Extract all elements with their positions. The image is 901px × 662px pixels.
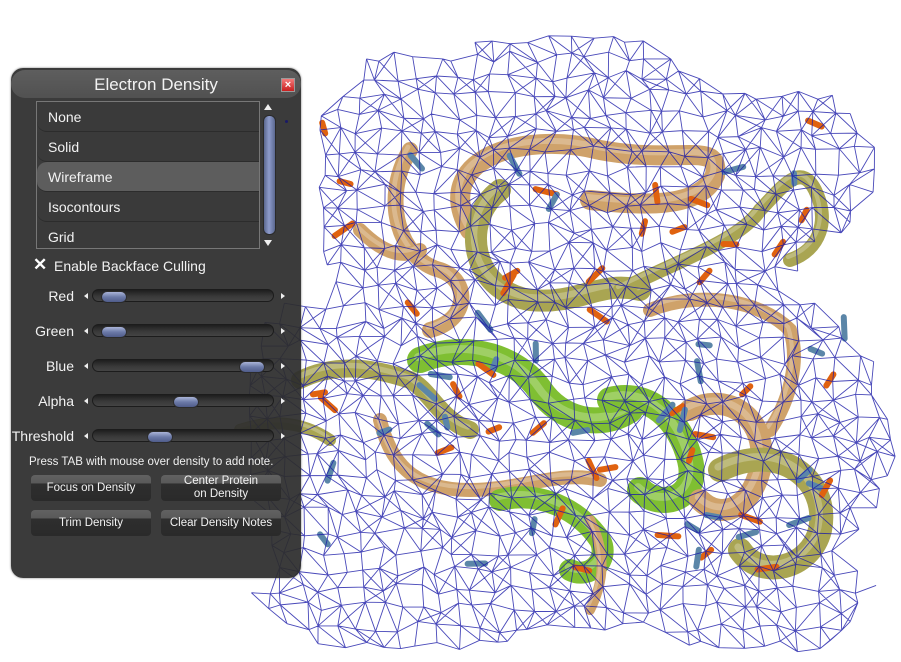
list-scrollbar[interactable] <box>263 115 276 235</box>
slider-label: Alpha <box>38 393 74 409</box>
close-icon[interactable]: × <box>281 78 295 92</box>
increment-arrow-icon[interactable] <box>281 363 285 369</box>
decrement-arrow-icon[interactable] <box>84 293 88 299</box>
slider-thumb[interactable] <box>100 291 127 303</box>
decrement-arrow-icon[interactable] <box>84 433 88 439</box>
slider-label: Blue <box>45 358 74 374</box>
decrement-arrow-icon[interactable] <box>84 328 88 334</box>
trim-density-button[interactable]: Trim Density <box>31 510 151 536</box>
slider-label: Threshold <box>11 428 74 444</box>
slider-thumb[interactable] <box>146 431 173 443</box>
backface-culling-label: Enable Backface Culling <box>54 258 206 274</box>
hint-text: Press TAB with mouse over density to add… <box>29 456 274 468</box>
slider-blue: Blue <box>11 357 301 377</box>
list-item-isocontours[interactable]: Isocontours <box>37 192 259 222</box>
side-chain <box>840 314 848 342</box>
clear-density-notes-button[interactable]: Clear Density Notes <box>161 510 281 536</box>
focus-on-density-button[interactable]: Focus on Density <box>31 475 151 501</box>
checkbox-checked-icon[interactable]: ✕ <box>33 256 47 273</box>
slider-threshold: Threshold <box>11 427 301 447</box>
list-item-none[interactable]: None <box>37 102 259 132</box>
button-label-line1: Center Protein <box>183 475 259 487</box>
render-mode-list[interactable]: None Solid Wireframe Isocontours Grid <box>36 101 260 249</box>
center-protein-button[interactable]: Center Protein on Density <box>161 475 281 501</box>
side-chain <box>319 119 329 137</box>
decrement-arrow-icon[interactable] <box>84 398 88 404</box>
panel-title: Electron Density <box>94 75 218 94</box>
slider-thumb[interactable] <box>239 361 266 373</box>
side-chain <box>596 464 619 473</box>
decrement-arrow-icon[interactable] <box>84 363 88 369</box>
button-label-line2: on Density <box>193 488 249 500</box>
increment-arrow-icon[interactable] <box>281 398 285 404</box>
slider-label: Green <box>35 323 74 339</box>
slider-track[interactable] <box>92 429 274 443</box>
panel-titlebar[interactable]: Electron Density × <box>11 70 301 98</box>
button-label: Trim Density <box>58 516 124 529</box>
side-chain <box>739 383 754 398</box>
indicator-dot <box>285 120 288 123</box>
side-chain <box>309 389 329 398</box>
slider-green: Green <box>11 322 301 342</box>
side-chain <box>693 546 702 570</box>
button-label: Clear Density Notes <box>169 516 273 529</box>
list-item-solid[interactable]: Solid <box>37 132 259 162</box>
side-chain <box>485 424 503 435</box>
side-chain <box>529 420 547 436</box>
slider-thumb[interactable] <box>100 326 127 338</box>
side-chain <box>685 447 696 464</box>
slider-track[interactable] <box>92 359 274 373</box>
slider-thumb[interactable] <box>173 396 200 408</box>
slider-track[interactable] <box>92 289 274 303</box>
slider-alpha: Alpha <box>11 392 301 412</box>
slider-track[interactable] <box>92 394 274 408</box>
side-chain <box>805 117 825 130</box>
button-label: Focus on Density <box>46 481 136 494</box>
scroll-up-arrow-icon[interactable] <box>264 104 272 110</box>
slider-label: Red <box>48 288 74 304</box>
electron-density-panel: Electron Density × None Solid Wireframe … <box>11 68 301 578</box>
increment-arrow-icon[interactable] <box>281 293 285 299</box>
side-chain <box>695 341 713 349</box>
list-item-grid[interactable]: Grid <box>37 222 259 248</box>
increment-arrow-icon[interactable] <box>281 328 285 334</box>
list-item-wireframe[interactable]: Wireframe <box>37 162 259 192</box>
side-chain <box>532 186 560 198</box>
increment-arrow-icon[interactable] <box>281 433 285 439</box>
slider-track[interactable] <box>92 324 274 338</box>
scroll-down-arrow-icon[interactable] <box>264 240 272 246</box>
slider-red: Red <box>11 287 301 307</box>
